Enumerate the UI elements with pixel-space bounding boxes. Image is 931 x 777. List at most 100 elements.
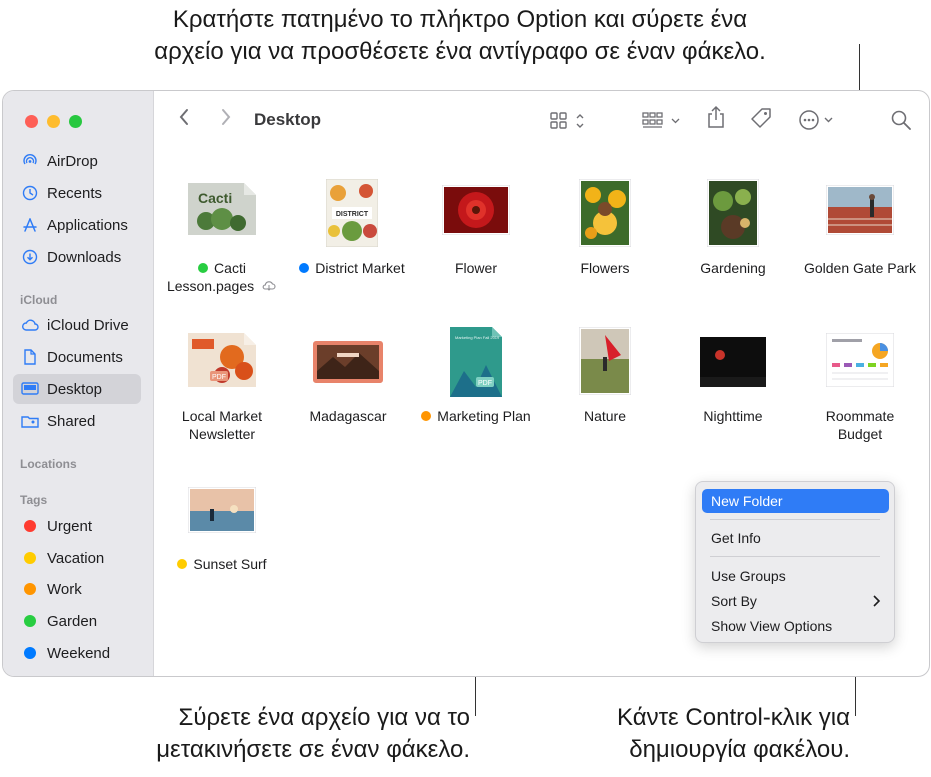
sidebar-section-heading: Locations xyxy=(20,457,77,471)
menu-item-new-folder[interactable]: New Folder xyxy=(702,489,889,513)
file-name-line: Lesson.pages xyxy=(166,278,255,294)
file-sunset-surf[interactable]: Sunset Surf xyxy=(157,471,287,581)
group-icon xyxy=(642,112,680,128)
file-flower[interactable]: Flower xyxy=(411,173,541,303)
sidebar-item-label: Desktop xyxy=(47,380,103,398)
file-name: Golden Gate Park xyxy=(795,259,925,277)
file-name-line: Flower xyxy=(454,260,497,276)
callout-control-click: Κάντε Control-κλικ για δημιουργία φακέλο… xyxy=(500,702,850,766)
forward-button[interactable] xyxy=(220,107,232,127)
cloud-icon xyxy=(21,316,39,334)
file-name-line: Marketing Plan xyxy=(437,408,531,424)
sidebar-item-label: Downloads xyxy=(47,248,122,266)
sidebar-section-heading: Tags xyxy=(20,493,48,507)
file-thumbnail xyxy=(187,486,257,534)
file-thumbnail xyxy=(706,178,760,248)
submenu-chevron-icon xyxy=(873,595,881,607)
sidebar-tag-urgent[interactable]: Urgent xyxy=(13,511,141,541)
file-name: Roommate Budget xyxy=(795,407,925,443)
zoom-window-button[interactable] xyxy=(69,115,82,128)
file-name: Local Market Newsletter xyxy=(157,407,287,443)
sidebar-item-label: Vacation xyxy=(47,549,105,567)
file-thumbnail: Cacti xyxy=(188,183,256,235)
tag-color-dot xyxy=(421,411,432,421)
sidebar-item-applications[interactable]: Applications xyxy=(13,210,141,240)
more-icon xyxy=(799,110,833,130)
sidebar-item-airdrop[interactable]: AirDrop xyxy=(13,146,141,176)
airdrop-icon xyxy=(21,152,39,170)
toolbar: Desktop xyxy=(154,91,929,149)
file-name-line: District Market xyxy=(315,260,405,276)
callout-line: Σύρετε ένα αρχείο για να το xyxy=(178,704,470,731)
back-button[interactable] xyxy=(178,107,190,127)
sidebar: AirDrop Recents Applications Downloads i… xyxy=(3,91,154,676)
tag-color-dot xyxy=(24,647,36,659)
file-district-market[interactable]: DISTRICT District Market xyxy=(287,173,417,303)
tag-color-dot xyxy=(198,263,209,273)
sidebar-tag-work[interactable]: Work xyxy=(13,574,141,604)
file-name: Cacti Lesson.pages xyxy=(157,259,287,295)
search-button[interactable] xyxy=(890,109,912,131)
menu-item-use-groups[interactable]: Use Groups xyxy=(702,564,889,588)
file-flowers[interactable]: Flowers xyxy=(540,173,670,303)
finder-window: AirDrop Recents Applications Downloads i… xyxy=(2,90,930,677)
menu-item-sort-by[interactable]: Sort By xyxy=(702,589,889,613)
file-name-line: Newsletter xyxy=(188,426,256,442)
menu-separator xyxy=(710,519,880,520)
file-nature[interactable]: Nature xyxy=(540,323,670,453)
file-gardening[interactable]: Gardening xyxy=(668,173,798,303)
thumbnail-text: Marketing Plan Fall 2019 xyxy=(455,335,500,340)
tag-color-dot xyxy=(24,583,36,595)
sidebar-item-shared[interactable]: Shared xyxy=(13,406,141,436)
file-name-line: Nature xyxy=(583,408,627,424)
close-window-button[interactable] xyxy=(25,115,38,128)
sidebar-tag-weekend[interactable]: Weekend xyxy=(13,638,141,668)
thumbnail-text: PDF xyxy=(478,380,492,387)
tag-icon xyxy=(751,108,771,128)
more-actions-button[interactable] xyxy=(798,109,838,131)
view-mode-button[interactable] xyxy=(550,111,588,131)
sidebar-item-label: Applications xyxy=(47,216,128,234)
sidebar-item-downloads[interactable]: Downloads xyxy=(13,242,141,272)
sidebar-item-label: AirDrop xyxy=(47,152,98,170)
search-icon xyxy=(891,110,911,130)
group-button[interactable] xyxy=(642,111,686,131)
sidebar-item-label: Documents xyxy=(47,348,123,366)
applications-icon xyxy=(21,216,39,234)
sidebar-item-recents[interactable]: Recents xyxy=(13,178,141,208)
file-thumbnail: DISTRICT xyxy=(325,178,379,248)
back-chevron-icon xyxy=(179,109,188,125)
sidebar-tag-garden[interactable]: Garden xyxy=(13,606,141,636)
file-nighttime[interactable]: Nighttime xyxy=(668,323,798,453)
sidebar-item-documents[interactable]: Documents xyxy=(13,342,141,372)
context-menu: New Folder Get Info Use Groups Sort By S… xyxy=(695,481,895,643)
file-name-line: Golden Gate Park xyxy=(803,260,917,276)
menu-item-get-info[interactable]: Get Info xyxy=(702,526,889,550)
file-name: Flowers xyxy=(540,259,670,277)
file-golden-gate-park[interactable]: Golden Gate Park xyxy=(795,173,925,303)
sidebar-item-label: Urgent xyxy=(47,517,93,535)
file-marketing-plan[interactable]: PDF Marketing Plan Fall 2019 Marketing P… xyxy=(411,323,541,453)
callout-line: δημιουργία φακέλου. xyxy=(629,736,850,763)
minimize-window-button[interactable] xyxy=(47,115,60,128)
file-name: Nighttime xyxy=(668,407,798,425)
file-cacti-lesson[interactable]: Cacti Cacti Lesson.pages xyxy=(157,173,287,303)
sidebar-tag-vacation[interactable]: Vacation xyxy=(13,543,141,573)
file-name-line: Madagascar xyxy=(309,408,387,424)
share-button[interactable] xyxy=(706,105,726,129)
file-roommate-budget[interactable]: Roommate Budget xyxy=(795,323,925,453)
sidebar-item-label: Work xyxy=(47,580,82,598)
callout-drag-move: Σύρετε ένα αρχείο για να το μετακινήσετε… xyxy=(60,702,470,766)
menu-item-label: Sort By xyxy=(711,593,757,609)
sidebar-item-desktop[interactable]: Desktop xyxy=(13,374,141,404)
menu-item-show-view-options[interactable]: Show View Options xyxy=(702,614,889,638)
sidebar-item-icloud-drive[interactable]: iCloud Drive xyxy=(13,310,141,340)
file-madagascar[interactable]: Madagascar xyxy=(283,323,413,453)
file-name-line: Roommate xyxy=(825,408,895,424)
tag-button[interactable] xyxy=(750,107,772,129)
callout-line: Κρατήστε πατημένο το πλήκτρο Option και … xyxy=(172,6,748,33)
sidebar-section-heading: iCloud xyxy=(20,293,58,307)
document-icon xyxy=(21,348,39,366)
file-local-market-newsletter[interactable]: PDF Local Market Newsletter xyxy=(157,323,287,453)
callout-line: Κάντε Control-κλικ για xyxy=(616,704,850,731)
